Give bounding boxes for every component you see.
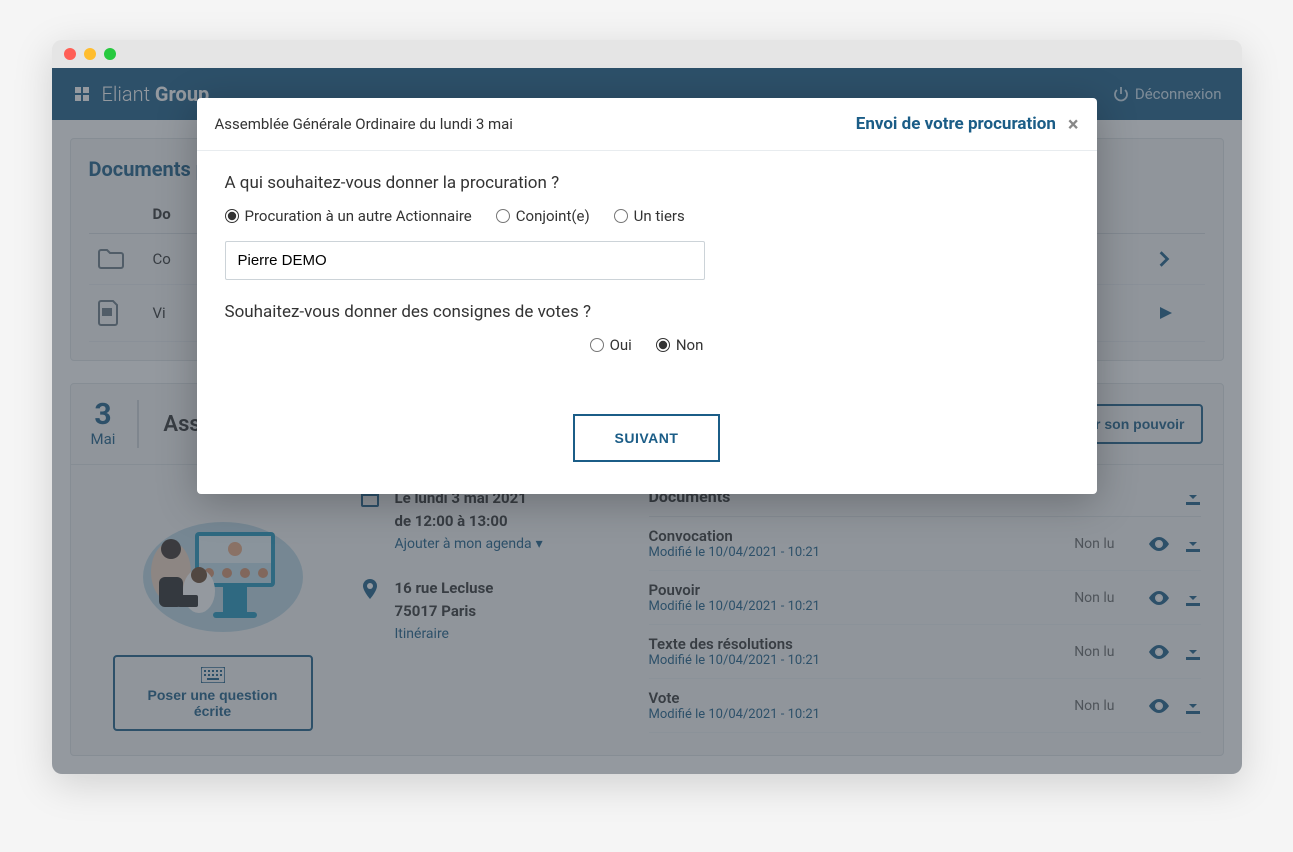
modal-close-button[interactable]: × [1068, 112, 1079, 136]
radio-group-instructions: Oui Non [225, 336, 1069, 354]
modal-header: Assemblée Générale Ordinaire du lundi 3 … [197, 98, 1097, 151]
radio-yes-input[interactable] [590, 338, 604, 352]
radio-spouse-input[interactable] [496, 209, 510, 223]
radio-third-party[interactable]: Un tiers [614, 207, 685, 225]
window-close-dot[interactable] [64, 48, 76, 60]
question-instructions: Souhaitez-vous donner des consignes de v… [225, 302, 1069, 322]
next-button[interactable]: SUIVANT [573, 414, 721, 462]
modal-body: A qui souhaitez-vous donner la procurati… [197, 151, 1097, 392]
radio-shareholder-input[interactable] [225, 209, 239, 223]
radio-third-party-input[interactable] [614, 209, 628, 223]
radio-group-who: Procuration à un autre Actionnaire Conjo… [225, 207, 1069, 225]
proxy-name-input[interactable] [225, 241, 705, 280]
question-who: A qui souhaitez-vous donner la procurati… [225, 173, 1069, 193]
app-window: Eliant Group Déconnexion Documents p Do [52, 40, 1242, 774]
modal-footer: SUIVANT [197, 392, 1097, 494]
modal-title: Envoi de votre procuration [856, 114, 1056, 134]
proxy-modal: Assemblée Générale Ordinaire du lundi 3 … [197, 98, 1097, 494]
window-maximize-dot[interactable] [104, 48, 116, 60]
modal-overlay: Assemblée Générale Ordinaire du lundi 3 … [52, 68, 1242, 774]
radio-no[interactable]: Non [656, 336, 704, 354]
window-minimize-dot[interactable] [84, 48, 96, 60]
window-titlebar [52, 40, 1242, 68]
radio-yes[interactable]: Oui [590, 336, 632, 354]
radio-spouse[interactable]: Conjoint(e) [496, 207, 590, 225]
radio-no-input[interactable] [656, 338, 670, 352]
radio-shareholder[interactable]: Procuration à un autre Actionnaire [225, 207, 472, 225]
modal-subtitle: Assemblée Générale Ordinaire du lundi 3 … [215, 115, 513, 133]
